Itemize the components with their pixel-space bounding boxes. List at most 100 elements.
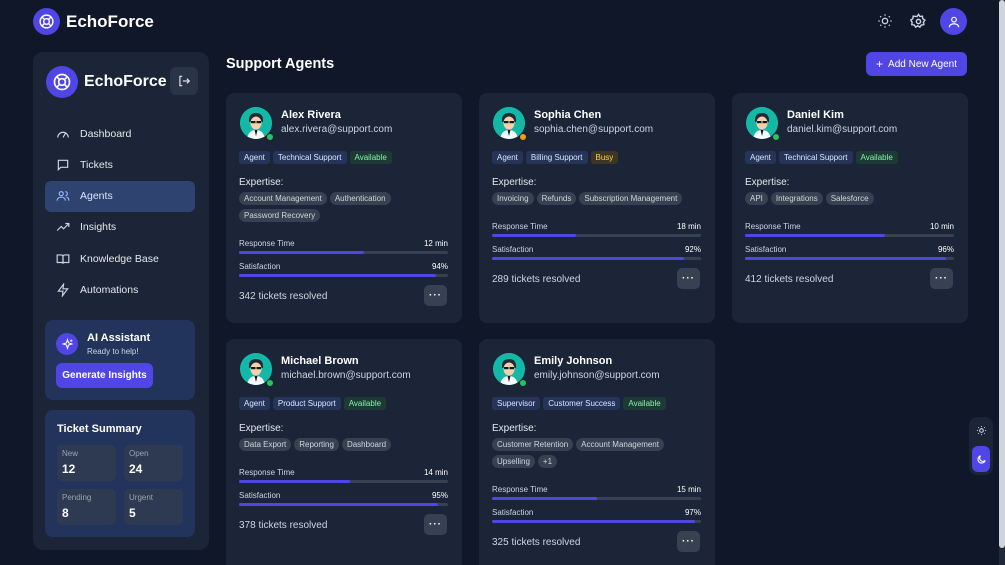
status-badge: Available bbox=[623, 397, 666, 410]
status-dot bbox=[519, 133, 527, 141]
agent-email: daniel.kim@support.com bbox=[787, 124, 898, 135]
agent-tags: Agent Product Support Available bbox=[239, 397, 387, 410]
agent-tags: Agent Technical Support Available bbox=[239, 151, 392, 164]
page-scrollbar[interactable] bbox=[999, 0, 1005, 565]
agent-tags: Agent Billing Support Busy bbox=[492, 151, 619, 164]
metric-value: 18 min bbox=[676, 222, 701, 231]
metric-label: Response Time bbox=[745, 222, 801, 231]
metric-label: Response Time bbox=[492, 485, 548, 494]
plus-icon: + bbox=[876, 57, 884, 71]
metric-label: Response Time bbox=[492, 222, 548, 231]
agent-tags: Supervisor Customer Success Available bbox=[492, 397, 666, 410]
agent-name: Michael Brown bbox=[281, 355, 359, 367]
more-options-button[interactable]: ··· bbox=[930, 268, 953, 289]
summary-label: Urgent bbox=[129, 493, 154, 502]
metric-label: Satisfaction bbox=[492, 508, 534, 517]
ticket-summary-title: Ticket Summary bbox=[57, 423, 142, 435]
sidebar-item-agents[interactable]: Agents bbox=[45, 180, 195, 212]
agent-name: Emily Johnson bbox=[534, 355, 613, 367]
status-dot bbox=[519, 379, 527, 387]
sidebar-item-tickets[interactable]: Tickets bbox=[45, 149, 195, 180]
status-dot bbox=[266, 133, 274, 141]
lightning-icon bbox=[55, 282, 71, 298]
more-options-button[interactable]: ··· bbox=[677, 531, 700, 552]
team-badge: Billing Support bbox=[525, 151, 588, 164]
expertise-chip: Authentication bbox=[329, 192, 391, 205]
expertise-label: Expertise: bbox=[239, 423, 284, 434]
expertise-chip: Data Export bbox=[239, 438, 292, 451]
agent-name: Sophia Chen bbox=[534, 109, 602, 121]
tickets-resolved: 342 tickets resolved bbox=[239, 291, 328, 302]
metric-value: 95% bbox=[431, 491, 448, 500]
expertise-list: Customer Retention Account Management Upse… bbox=[492, 438, 704, 468]
progress-track bbox=[492, 234, 701, 237]
summary-value: 12 bbox=[62, 462, 76, 476]
metric-value: 94% bbox=[431, 262, 448, 271]
team-badge: Product Support bbox=[272, 397, 341, 410]
expertise-chip: +1 bbox=[537, 455, 558, 468]
sidebar-item-automations[interactable]: Automations bbox=[45, 274, 195, 305]
agent-card: Michael Brown michael.brown@support.com Ag… bbox=[226, 339, 462, 565]
logout-icon[interactable] bbox=[170, 67, 198, 95]
sidebar-item-label: Knowledge Base bbox=[80, 252, 159, 265]
dark-mode-icon[interactable] bbox=[972, 446, 990, 472]
scrollbar-thumb[interactable] bbox=[999, 0, 1005, 548]
expertise-chip: Password Recovery bbox=[239, 209, 321, 222]
expertise-chip: API bbox=[745, 192, 768, 205]
status-badge: Busy bbox=[590, 151, 619, 164]
tickets-resolved: 412 tickets resolved bbox=[745, 274, 834, 285]
agent-tags: Agent Technical Support Available bbox=[745, 151, 898, 164]
sidebar-item-label: Dashboard bbox=[80, 127, 132, 140]
expertise-list: Invoicing Refunds Subscription Management bbox=[492, 192, 704, 205]
metric-label: Satisfaction bbox=[492, 245, 534, 254]
ai-assistant-title: AI Assistant bbox=[87, 332, 151, 344]
theme-toggle-panel bbox=[969, 417, 993, 475]
trending-up-icon bbox=[55, 219, 71, 235]
role-badge: Agent bbox=[492, 151, 523, 164]
add-new-agent-label: Add New Agent bbox=[888, 58, 957, 70]
summary-pending: Pending 8 bbox=[57, 489, 116, 525]
response-time-bar bbox=[492, 497, 597, 500]
sidebar-item-insights[interactable]: Insights bbox=[45, 212, 195, 243]
more-options-button[interactable]: ··· bbox=[424, 514, 447, 535]
ticket-summary-card: Ticket Summary New 12 Open 24 Pending 8 … bbox=[45, 410, 195, 537]
more-options-button[interactable]: ··· bbox=[677, 268, 700, 289]
progress-track bbox=[492, 520, 701, 523]
metric-label: Satisfaction bbox=[239, 491, 281, 500]
metric-label: Response Time bbox=[239, 239, 295, 248]
progress-track bbox=[492, 257, 701, 260]
sidebar-brand: EchoForce bbox=[84, 73, 167, 90]
progress-track bbox=[239, 274, 448, 277]
satisfaction-bar bbox=[239, 503, 438, 506]
gauge-icon bbox=[55, 126, 71, 142]
light-mode-icon[interactable] bbox=[973, 422, 989, 438]
generate-insights-button[interactable]: Generate Insights bbox=[56, 363, 153, 388]
agent-email: alex.rivera@support.com bbox=[281, 124, 393, 135]
sidebar-nav: Dashboard Tickets Agents Insights Knowle… bbox=[45, 118, 195, 306]
expertise-list: Account Management Authentication Password… bbox=[239, 192, 451, 222]
summary-value: 8 bbox=[62, 506, 69, 520]
app-title: EchoForce bbox=[66, 12, 154, 31]
book-icon bbox=[55, 251, 71, 267]
agent-name: Alex Rivera bbox=[281, 109, 341, 121]
sun-icon[interactable] bbox=[873, 9, 897, 33]
metric-value: 96% bbox=[937, 245, 954, 254]
users-icon bbox=[55, 188, 71, 204]
sidebar-item-dashboard[interactable]: Dashboard bbox=[45, 118, 195, 149]
agent-card: Emily Johnson emily.johnson@support.com Su… bbox=[479, 339, 715, 565]
add-new-agent-button[interactable]: + Add New Agent bbox=[866, 52, 967, 76]
sidebar-item-label: Insights bbox=[80, 221, 117, 234]
metric-label: Response Time bbox=[239, 468, 295, 477]
gear-icon[interactable] bbox=[906, 9, 930, 33]
status-badge: Available bbox=[855, 151, 898, 164]
sidebar-item-knowledge-base[interactable]: Knowledge Base bbox=[45, 243, 195, 274]
expertise-list: API Integrations Salesforce bbox=[745, 192, 957, 205]
role-badge: Supervisor bbox=[492, 397, 541, 410]
more-options-button[interactable]: ··· bbox=[424, 285, 447, 306]
team-badge: Customer Success bbox=[543, 397, 621, 410]
response-time-bar bbox=[492, 234, 576, 237]
status-dot bbox=[772, 133, 780, 141]
agent-email: sophia.chen@support.com bbox=[534, 124, 654, 135]
expertise-label: Expertise: bbox=[745, 177, 790, 188]
user-icon[interactable] bbox=[940, 8, 967, 35]
